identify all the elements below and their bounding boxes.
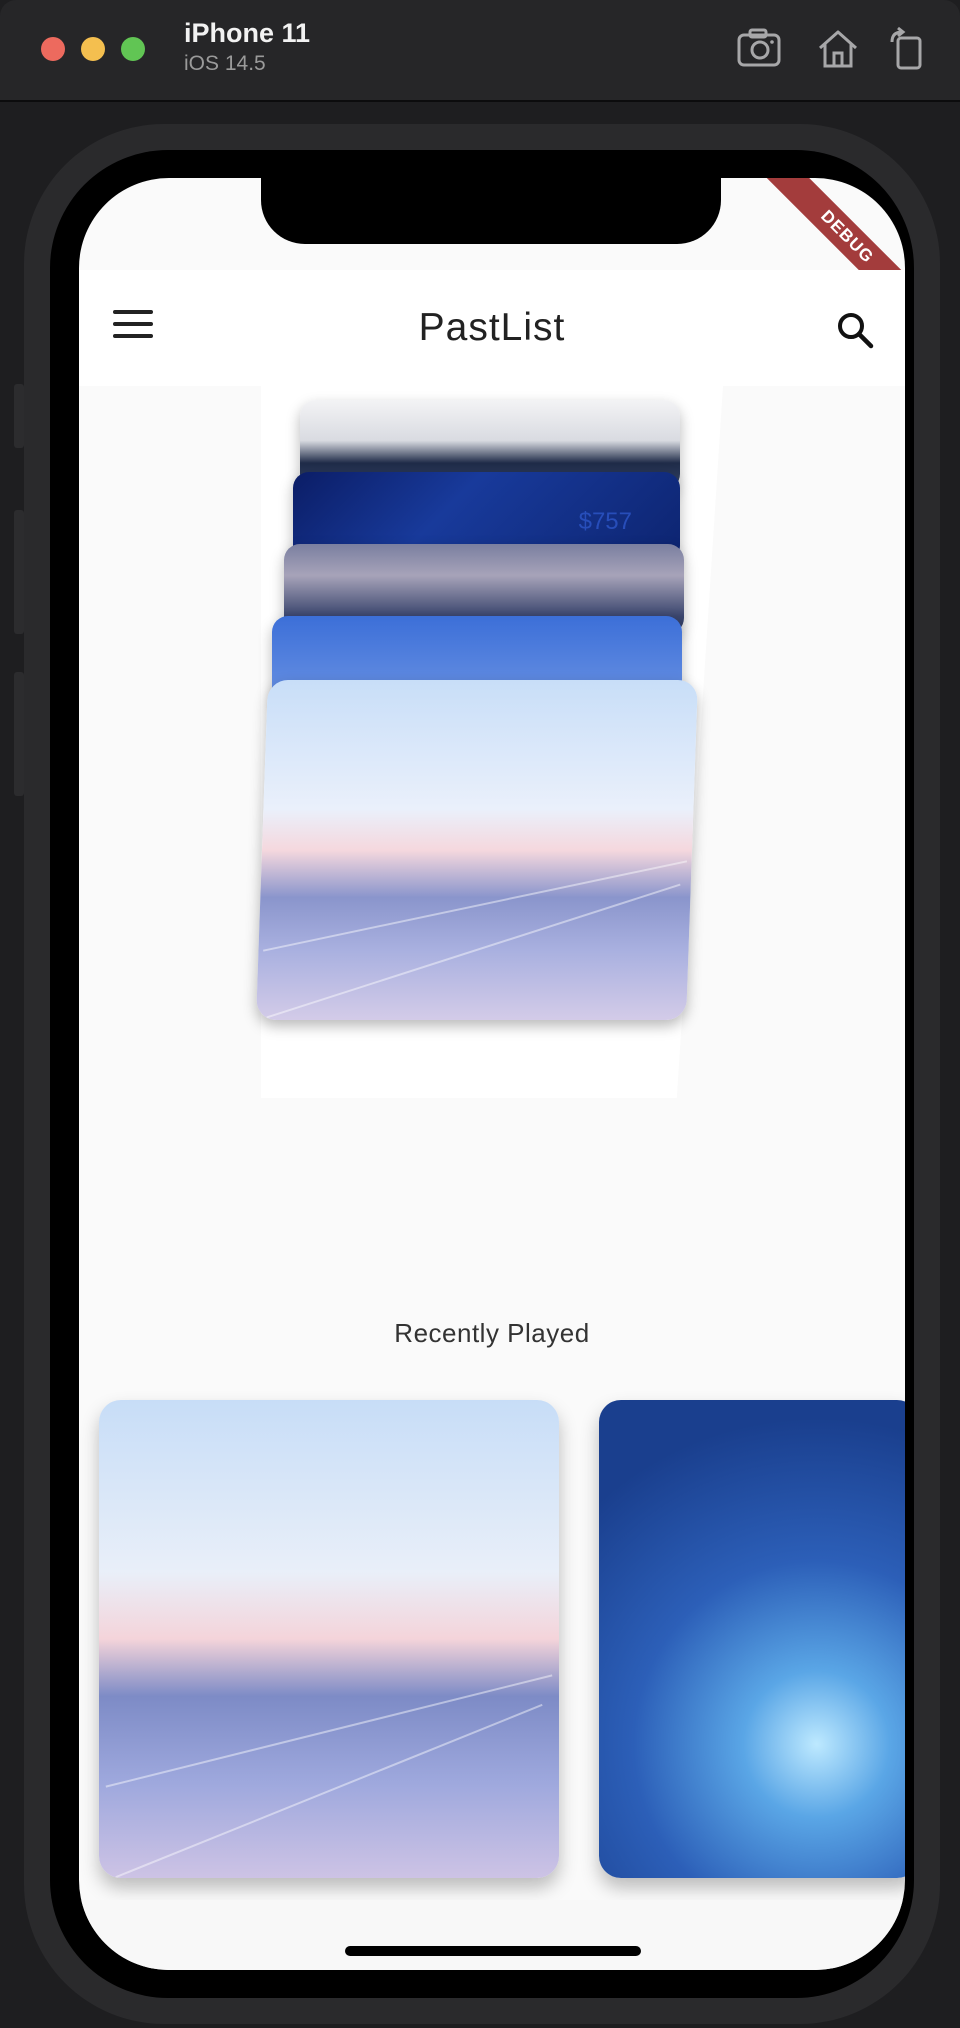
device-name: iPhone 11 <box>184 18 311 48</box>
recently-played-title: Recently Played <box>394 1318 590 1348</box>
stack-card-front-city-sunset[interactable] <box>256 680 698 1020</box>
card-price-label: $757 <box>578 508 632 535</box>
home-indicator[interactable] <box>345 1946 641 1956</box>
mute-switch <box>14 384 24 448</box>
bottom-area <box>79 1900 905 1970</box>
volume-down-button <box>14 672 24 796</box>
recently-played-card[interactable] <box>99 1400 559 1878</box>
recently-played-card[interactable] <box>599 1400 905 1878</box>
simulator-title-bar: iPhone 11 iOS 14.5 <box>0 0 960 102</box>
app-bar: PastList <box>79 270 905 386</box>
os-version: iOS 14.5 <box>184 52 266 75</box>
search-icon[interactable] <box>835 310 875 350</box>
page-title: PastList <box>418 306 566 349</box>
rotate-icon[interactable] <box>884 26 932 72</box>
volume-up-button <box>14 510 24 634</box>
zoom-window-button[interactable] <box>121 37 145 61</box>
screenshot-icon[interactable] <box>736 26 784 72</box>
close-window-button[interactable] <box>41 37 65 61</box>
device-screen: DEBUG PastList $757 Recently Played <box>79 178 905 1970</box>
home-icon[interactable] <box>814 26 862 72</box>
minimize-window-button[interactable] <box>81 37 105 61</box>
notch <box>261 178 721 244</box>
